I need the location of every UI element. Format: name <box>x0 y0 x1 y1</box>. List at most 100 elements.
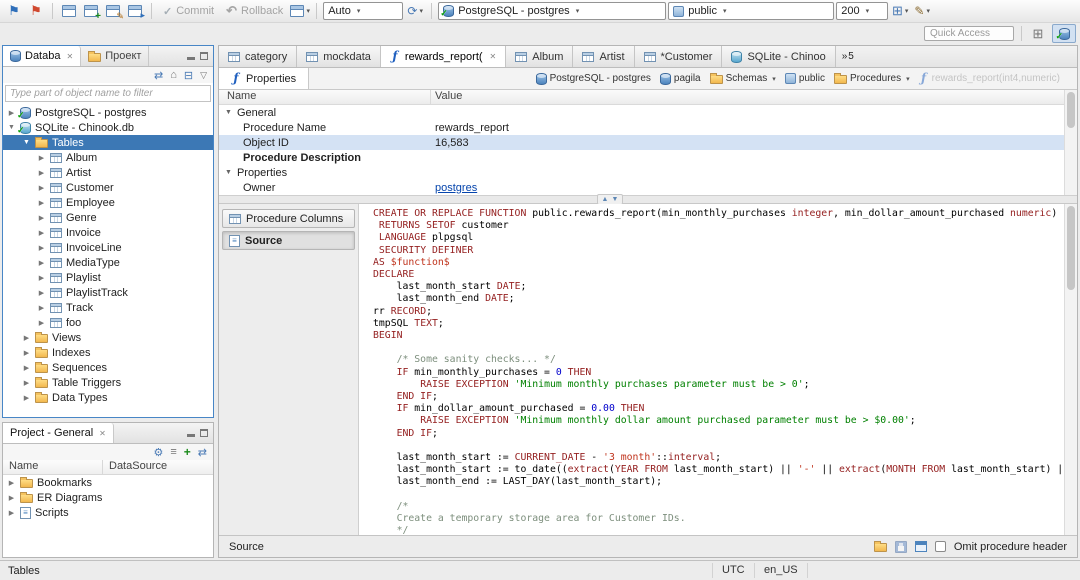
settings-icon[interactable] <box>153 446 163 459</box>
tree-item-sequences[interactable]: ▶ Sequences <box>3 360 213 375</box>
chevron-right-icon[interactable]: ▶ <box>22 379 31 387</box>
tree-item-invoice[interactable]: ▶ Invoice <box>3 225 213 240</box>
tab-projects[interactable]: Проект <box>81 46 150 66</box>
tree-item-indexes[interactable]: ▶ Indexes <box>3 345 213 360</box>
quick-access-input[interactable]: Quick Access <box>924 26 1014 41</box>
dbeaver-perspective-icon[interactable] <box>1052 24 1076 43</box>
minimize-icon[interactable] <box>187 57 195 60</box>
console-dropdown-icon[interactable]: ▾ <box>890 2 910 21</box>
tree-item-artist[interactable]: ▶ Artist <box>3 165 213 180</box>
editor-tab-sqlite-chinoo[interactable]: SQLite - Chinoo <box>722 46 836 67</box>
chevron-right-icon[interactable]: ▶ <box>22 394 31 402</box>
sync-icon[interactable] <box>198 446 207 459</box>
tree-item-genre[interactable]: ▶ Genre <box>3 210 213 225</box>
chevron-right-icon[interactable]: ▶ <box>37 289 46 297</box>
commit-button[interactable]: Commit <box>158 2 219 21</box>
property-row-procedure-description[interactable]: Procedure Description <box>219 150 1077 165</box>
splitter[interactable]: ▲ ▼ <box>219 194 1077 205</box>
chevron-right-icon[interactable]: ▶ <box>37 154 46 162</box>
chevron-right-icon[interactable]: ▶ <box>37 244 46 252</box>
tab-project-general[interactable]: Project - General ✕ <box>3 423 114 443</box>
tree-item-playlisttrack[interactable]: ▶ PlaylistTrack <box>3 285 213 300</box>
filter-icon[interactable] <box>200 69 207 81</box>
chevron-right-icon[interactable]: ▶ <box>37 274 46 282</box>
minimize-icon[interactable] <box>187 434 195 437</box>
editor-tab-artist[interactable]: Artist <box>573 46 635 67</box>
chevron-right-icon[interactable]: ▶ <box>37 214 46 222</box>
column-header-name[interactable]: Name <box>219 90 431 104</box>
editor-tab-customer[interactable]: *Customer <box>634 46 723 67</box>
sql-script-recent-icon[interactable] <box>125 2 145 21</box>
tree-item-customer[interactable]: ▶ Customer <box>3 180 213 195</box>
chevron-down-icon[interactable]: ▼ <box>7 124 16 131</box>
properties-scrollbar[interactable] <box>1064 90 1077 195</box>
pin-blue-icon[interactable] <box>4 2 24 21</box>
tree-item-mediatype[interactable]: ▶ MediaType <box>3 255 213 270</box>
collapse-up-icon[interactable]: ▲ <box>602 196 609 203</box>
rollback-button[interactable]: Rollback <box>221 2 288 21</box>
maximize-icon[interactable] <box>200 429 208 437</box>
project-item-scripts[interactable]: ▶ Scripts <box>3 505 213 520</box>
chevron-right-icon[interactable]: ▶ <box>37 199 46 207</box>
tree-item-employee[interactable]: ▶ Employee <box>3 195 213 210</box>
chevron-right-icon[interactable]: ▶ <box>7 479 16 487</box>
source-editor[interactable]: CREATE OR REPLACE FUNCTION public.reward… <box>359 204 1077 535</box>
property-row-procedure-name[interactable]: Procedure Name rewards_report <box>219 120 1077 135</box>
tree-item-foo[interactable]: ▶ foo <box>3 315 213 330</box>
columns-icon[interactable] <box>170 446 176 458</box>
chevron-right-icon[interactable]: ▶ <box>37 229 46 237</box>
link-with-editor-icon[interactable] <box>154 69 163 82</box>
chevron-down-icon[interactable]: ▼ <box>225 109 232 116</box>
tree-item-tables[interactable]: ▼ Tables <box>3 135 213 150</box>
close-icon[interactable]: ✕ <box>490 52 497 61</box>
project-item-bookmarks[interactable]: ▶ Bookmarks <box>3 475 213 490</box>
breadcrumb-pagila[interactable]: pagila <box>657 72 704 86</box>
collapse-all-icon[interactable] <box>184 69 193 82</box>
chevron-right-icon[interactable]: ▶ <box>37 304 46 312</box>
tab-overflow-indicator[interactable]: »5 <box>842 51 855 62</box>
tree-item-table-triggers[interactable]: ▶ Table Triggers <box>3 375 213 390</box>
load-from-file-icon[interactable] <box>873 541 887 552</box>
refresh-dropdown-icon[interactable]: ▾ <box>405 2 425 21</box>
chevron-right-icon[interactable]: ▶ <box>37 184 46 192</box>
object-filter-input[interactable] <box>5 85 211 102</box>
autocommit-combo[interactable]: Auto ▾ <box>323 2 404 20</box>
sql-editor-icon[interactable] <box>59 2 79 21</box>
property-value[interactable]: postgres <box>431 182 1077 194</box>
property-row-owner[interactable]: Owner postgres <box>219 180 1077 195</box>
tab-database-navigator[interactable]: Databa ✕ <box>3 46 82 66</box>
tree-item-playlist[interactable]: ▶ Playlist <box>3 270 213 285</box>
chevron-right-icon[interactable]: ▶ <box>7 494 16 502</box>
breadcrumb-rewards-report-int4-numeric[interactable]: ƒ rewards_report(int4,numeric) <box>916 71 1063 86</box>
chevron-right-icon[interactable]: ▶ <box>22 364 31 372</box>
editor-tab-mockdata[interactable]: mockdata <box>297 46 381 67</box>
property-row-object-id[interactable]: Object ID 16,583 <box>219 135 1077 150</box>
fetch-size-combo[interactable]: 200 ▾ <box>836 2 889 20</box>
editor-tab-category[interactable]: category <box>219 46 298 67</box>
editor-tab-rewards-report[interactable]: ƒ rewards_report(✕ <box>380 46 507 67</box>
chevron-right-icon[interactable]: ▶ <box>7 509 16 517</box>
tree-item-album[interactable]: ▶ Album <box>3 150 213 165</box>
side-tab-source[interactable]: Source <box>222 231 355 250</box>
property-row-properties[interactable]: ▼ Properties <box>219 165 1077 180</box>
maximize-icon[interactable] <box>200 52 208 60</box>
chevron-right-icon[interactable]: ▶ <box>22 334 31 342</box>
close-icon[interactable]: ✕ <box>99 429 106 438</box>
editor-tab-album[interactable]: Album <box>506 46 574 67</box>
chevron-down-icon[interactable]: ▼ <box>22 139 31 146</box>
tree-item-sqlite-chinook-db[interactable]: ▼ SQLite - Chinook.db <box>3 120 213 136</box>
chevron-right-icon[interactable]: ▶ <box>37 319 46 327</box>
breadcrumb-public[interactable]: public <box>782 72 828 85</box>
transaction-mode-icon[interactable]: ▾ <box>290 2 310 21</box>
chevron-down-icon[interactable]: ▾ <box>772 75 776 83</box>
project-item-er-diagrams[interactable]: ▶ ER Diagrams <box>3 490 213 505</box>
column-header-value[interactable]: Value <box>431 90 462 104</box>
source-code[interactable]: CREATE OR REPLACE FUNCTION public.reward… <box>359 204 1064 535</box>
property-row-general[interactable]: ▼ General <box>219 105 1077 120</box>
chevron-right-icon[interactable]: ▶ <box>22 349 31 357</box>
close-icon[interactable]: ✕ <box>66 52 73 61</box>
side-tab-procedure-columns[interactable]: Procedure Columns <box>222 209 355 228</box>
chevron-down-icon[interactable]: ▼ <box>225 169 232 176</box>
tab-properties[interactable]: ƒ Properties <box>219 68 310 89</box>
column-header-datasource[interactable]: DataSource <box>103 460 167 474</box>
